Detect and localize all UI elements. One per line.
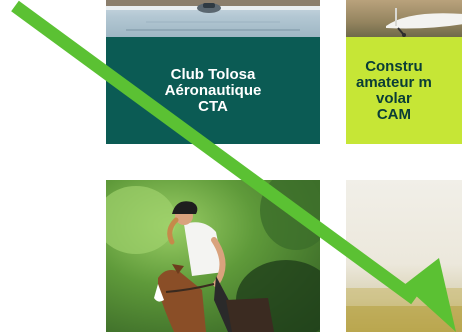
caption-line: CAM [376, 105, 412, 123]
card-horse-riding[interactable] [106, 180, 320, 332]
aircraft-photo [346, 0, 462, 37]
caption-line: CTA [198, 97, 228, 115]
card-club-tolosa[interactable]: Club Tolosa Aéronautique CTA [106, 0, 320, 144]
card-caption: Constru amateur m volar CAM [346, 37, 462, 144]
blurred-field-photo [346, 288, 462, 332]
aircraft-illustration [386, 8, 462, 37]
card-blurred-landscape[interactable] [346, 180, 462, 332]
caption-line: amateur m [356, 73, 432, 91]
card-caption: Club Tolosa Aéronautique CTA [106, 37, 320, 144]
caption-line: Club Tolosa [170, 65, 256, 83]
aircraft-illustration [106, 0, 320, 31]
caption-line: Aéronautique [164, 81, 262, 99]
rider-on-horse-photo [106, 180, 320, 332]
card-construction-amateur[interactable]: Constru amateur m volar CAM [346, 0, 462, 144]
caption-line: Constru [365, 57, 423, 75]
caption-line: volar [376, 89, 412, 107]
aircraft-photo [106, 0, 320, 37]
